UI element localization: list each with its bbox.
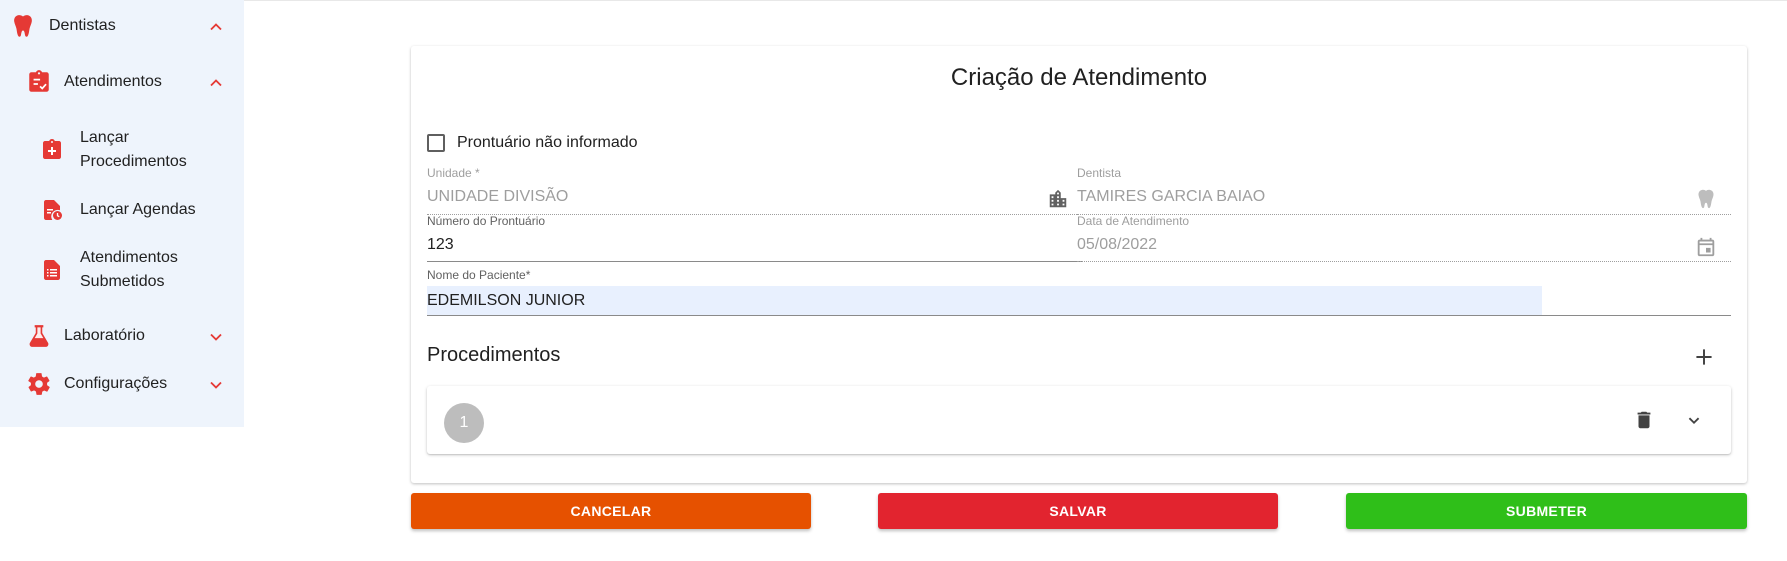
dentista-label: Dentista <box>1077 166 1122 180</box>
unidade-value: UNIDADE DIVISÃO <box>427 188 569 205</box>
attendance-form-card: Criação de Atendimento Prontuário não in… <box>411 46 1747 483</box>
unidade-label: Unidade * <box>427 166 480 180</box>
gear-icon <box>28 373 50 395</box>
clipboard-plus-icon <box>43 139 61 159</box>
chevron-up-icon[interactable] <box>206 73 226 93</box>
data-atendimento-value: 05/08/2022 <box>1077 236 1158 253</box>
checkbox-label: Prontuário não informado <box>457 134 638 151</box>
sidebar: Dentistas Atendimentos Lançar Procedimen… <box>0 0 244 427</box>
sidebar-item-atendimentos-submetidos[interactable]: Atendimentos Submetidos <box>40 246 230 294</box>
clipboard-check-icon <box>29 70 49 92</box>
document-clock-icon <box>44 200 62 220</box>
prontuario-nao-informado-checkbox[interactable] <box>427 134 445 152</box>
nome-paciente-input[interactable]: EDEMILSON JUNIOR <box>427 290 1731 312</box>
nome-paciente-label: Nome do Paciente* <box>427 268 531 282</box>
field-underline <box>1077 261 1731 262</box>
data-atendimento-field[interactable]: Data de Atendimento 05/08/2022 <box>1077 214 1731 262</box>
building-icon <box>1049 189 1067 208</box>
sidebar-item-label: Configurações <box>64 375 168 392</box>
sidebar-item-laboratorio[interactable]: Laboratório <box>26 322 234 350</box>
procedure-panel[interactable]: 1 <box>427 386 1731 454</box>
procedure-step-badge: 1 <box>444 403 484 443</box>
tooth-icon <box>14 15 32 37</box>
chevron-down-icon[interactable] <box>1683 409 1705 431</box>
sidebar-item-lancar-agendas[interactable]: Lançar Agendas <box>40 196 230 224</box>
field-underline <box>427 261 1083 262</box>
add-procedure-icon[interactable] <box>1691 344 1717 370</box>
sidebar-item-configuracoes[interactable]: Configurações <box>26 370 234 398</box>
unidade-field[interactable]: Unidade * UNIDADE DIVISÃO <box>427 166 1083 215</box>
calendar-icon[interactable] <box>1695 236 1717 258</box>
page-title: Criação de Atendimento <box>950 64 1208 91</box>
save-button[interactable]: SALVAR <box>878 493 1278 529</box>
dentista-value: TAMIRES GARCIA BAIAO <box>1077 188 1266 205</box>
prontuario-nao-informado-checkbox-row[interactable]: Prontuário não informado <box>427 134 638 152</box>
numero-prontuario-field[interactable]: Número do Prontuário 123 <box>427 214 1083 262</box>
sidebar-item-label: Dentistas <box>49 17 116 34</box>
sidebar-item-label: Lançar <box>80 129 129 146</box>
field-underline <box>427 315 1731 316</box>
sidebar-item-label: Lançar Agendas <box>80 201 196 218</box>
sidebar-item-atendimentos[interactable]: Atendimentos <box>26 68 234 96</box>
sidebar-item-label: Laboratório <box>64 327 145 344</box>
flask-icon <box>29 325 49 347</box>
top-divider <box>0 0 1787 1</box>
sidebar-item-label: Procedimentos <box>80 153 187 170</box>
numero-prontuario-label: Número do Prontuário <box>427 214 546 228</box>
sidebar-item-label: Submetidos <box>80 273 165 290</box>
chevron-down-icon[interactable] <box>206 375 226 395</box>
procedimentos-title: Procedimentos <box>427 344 561 366</box>
numero-prontuario-input[interactable]: 123 <box>427 234 1083 256</box>
submit-button[interactable]: SUBMETER <box>1346 493 1747 529</box>
nome-paciente-field[interactable]: Nome do Paciente* EDEMILSON JUNIOR <box>427 268 1731 316</box>
sidebar-item-dentistas[interactable]: Dentistas <box>10 12 234 40</box>
sidebar-item-label: Atendimentos <box>64 73 162 90</box>
chevron-up-icon[interactable] <box>206 17 226 37</box>
sidebar-item-lancar-procedimentos[interactable]: Lançar Procedimentos <box>40 126 230 174</box>
document-list-icon <box>44 260 60 280</box>
chevron-down-icon[interactable] <box>206 327 226 347</box>
sidebar-item-label: Atendimentos <box>80 249 178 266</box>
data-atendimento-label: Data de Atendimento <box>1077 214 1190 228</box>
dentista-field[interactable]: Dentista TAMIRES GARCIA BAIAO <box>1077 166 1731 215</box>
cancel-button[interactable]: CANCELAR <box>411 493 811 529</box>
trash-icon[interactable] <box>1633 409 1655 431</box>
tooth-icon <box>1698 189 1714 209</box>
